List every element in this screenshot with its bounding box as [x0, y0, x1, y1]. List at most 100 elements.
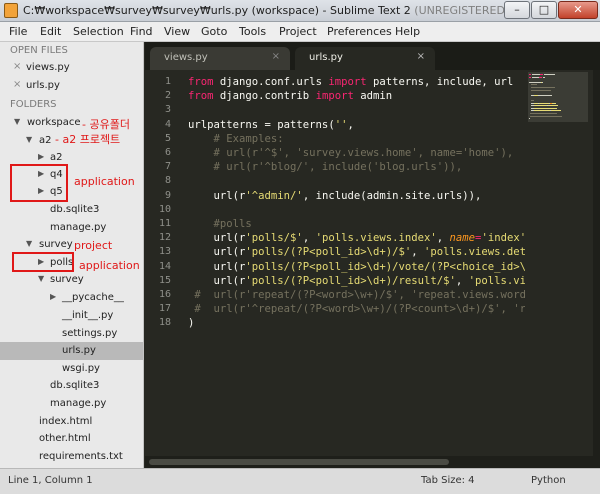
tree-file-manage-py[interactable]: manage.py	[0, 219, 143, 237]
minimap-stroke	[533, 105, 547, 107]
tree-item-label: a2	[39, 135, 52, 146]
line-number: 13	[158, 246, 171, 258]
menu-edit[interactable]: Edit	[40, 25, 61, 38]
open-file-item[interactable]: × urls.py	[0, 77, 143, 95]
code-token: # url(r'repeat/(?P<word>\w+)/$', 'repeat…	[188, 289, 525, 301]
tree-file-db-sqlite3[interactable]: db.sqlite3	[0, 201, 143, 219]
chevron-down-icon: ▼	[26, 239, 33, 248]
code-token: )	[188, 317, 195, 330]
minimap-stroke	[531, 74, 540, 75]
code-line: #polls	[188, 218, 252, 230]
code-token: ,	[347, 118, 354, 131]
close-file-icon[interactable]: ×	[13, 79, 21, 90]
tree-file-settings-py[interactable]: settings.py	[0, 325, 143, 343]
code-line: url(r'polls/(?P<poll_id>\d+)/result/$', …	[188, 274, 526, 287]
tree-item-label: manage.py	[50, 222, 107, 233]
code-editor[interactable]: 1 2 3 4 5 6 7 8 9 10 11 12 13 14 15 16 17 18 from django.…	[145, 70, 525, 456]
code-token: #polls	[188, 218, 252, 230]
tree-file-urls-py[interactable]: urls.py	[0, 342, 143, 360]
code-token: patterns, include, url	[366, 76, 514, 88]
tab-label: views.py	[164, 52, 208, 63]
minimap-stroke	[547, 105, 558, 107]
close-file-icon[interactable]: ×	[13, 61, 21, 72]
menu-goto[interactable]: Goto	[201, 25, 227, 38]
line-number: 9	[164, 189, 171, 201]
menu-tools[interactable]: Tools	[239, 25, 266, 38]
code-line: # url(r'^blog/', include('blog.urls')),	[188, 161, 463, 173]
scrollbar-thumb[interactable]	[149, 459, 449, 465]
tree-item-label: index.html	[39, 416, 93, 427]
maximize-button[interactable]: □	[531, 1, 557, 19]
line-number: 14	[158, 260, 171, 272]
code-token: 'polls/(?P<poll_id>\d+)/result/$'	[245, 274, 456, 287]
tree-item-label: survey	[50, 274, 84, 285]
code-line: )	[188, 317, 194, 329]
tree-folder-survey-inner[interactable]: ▼ survey	[0, 271, 143, 289]
horizontal-scrollbar[interactable]	[145, 456, 600, 468]
code-token: url(r	[188, 189, 246, 202]
code-token: '^admin/'	[245, 189, 303, 202]
code-token: , include(admin.site.urls)),	[302, 189, 482, 202]
minimap-stroke	[531, 87, 555, 88]
code-token: name	[449, 232, 476, 245]
minimap[interactable]	[525, 70, 593, 456]
tree-file-index-html[interactable]: index.html	[0, 413, 143, 431]
menu-help[interactable]: Help	[395, 25, 420, 38]
annotation-application: application	[74, 175, 135, 188]
code-token: 'polls.views.result'	[468, 274, 525, 287]
minimize-button[interactable]: –	[504, 1, 530, 19]
tree-item-label: other.html	[39, 433, 91, 444]
close-icon[interactable]: ×	[417, 51, 425, 62]
tree-file-other-html[interactable]: other.html	[0, 430, 143, 448]
code-line: # Examples:	[188, 133, 284, 145]
vertical-scrollbar[interactable]	[593, 70, 600, 456]
line-number: 3	[164, 104, 171, 116]
line-number: 2	[164, 90, 171, 102]
code-token: admin	[353, 90, 393, 103]
line-number: 4	[164, 118, 171, 130]
open-file-item[interactable]: × views.py	[0, 59, 143, 77]
code-token: url(r	[188, 274, 246, 287]
tree-item-label: a2	[50, 152, 63, 163]
tab-size-indicator[interactable]: Tab Size: 4	[421, 475, 475, 486]
tree-item-label: manage.py	[50, 398, 107, 409]
annotation-shared-folder: - 공유폴더	[82, 118, 130, 131]
tree-file-wsgi-py[interactable]: wsgi.py	[0, 360, 143, 378]
minimap-stroke	[541, 81, 542, 83]
minimap-stroke	[529, 113, 557, 114]
minimap-stroke	[529, 81, 541, 83]
close-icon[interactable]: ×	[272, 51, 280, 62]
code-token: from	[188, 90, 214, 103]
annotation-application: application	[79, 259, 140, 272]
menu-file[interactable]: File	[9, 25, 27, 38]
menu-project[interactable]: Project	[279, 25, 317, 38]
tree-item-label: survey	[39, 239, 73, 250]
code-token: from	[188, 76, 214, 88]
tree-folder-pycache[interactable]: ▶ __pycache__	[0, 289, 143, 307]
close-window-button[interactable]: ✕	[558, 1, 598, 19]
tab-views-py[interactable]: views.py ×	[150, 47, 290, 70]
minimap-viewport[interactable]	[528, 72, 588, 122]
menu-view[interactable]: View	[164, 25, 190, 38]
menu-find[interactable]: Find	[130, 25, 153, 38]
tree-file-manage-py[interactable]: manage.py	[0, 395, 143, 413]
line-number: 18	[158, 317, 171, 329]
menu-bar: File Edit Selection Find View Goto Tools…	[0, 22, 600, 42]
menu-preferences[interactable]: Preferences	[327, 25, 392, 38]
code-line: urlpatterns = patterns('',	[188, 119, 354, 131]
line-number: 12	[158, 232, 171, 244]
tree-file-init-py[interactable]: __init__.py	[0, 307, 143, 325]
syntax-indicator[interactable]: Python	[531, 475, 566, 486]
tree-file-db-sqlite3[interactable]: db.sqlite3	[0, 377, 143, 395]
tree-item-label: __init__.py	[62, 310, 114, 321]
tree-file-requirements-txt[interactable]: requirements.txt	[0, 448, 143, 466]
minimap-stroke	[533, 110, 550, 112]
status-bar: Line 1, Column 1 Tab Size: 4 Python	[0, 468, 600, 494]
minimap-stroke	[531, 100, 534, 101]
open-file-label: views.py	[26, 62, 70, 73]
minimap-stroke	[531, 89, 551, 91]
code-token: import	[315, 90, 354, 103]
menu-selection[interactable]: Selection	[73, 25, 124, 38]
tab-urls-py[interactable]: urls.py ×	[295, 47, 435, 70]
minimap-stroke	[539, 102, 549, 104]
